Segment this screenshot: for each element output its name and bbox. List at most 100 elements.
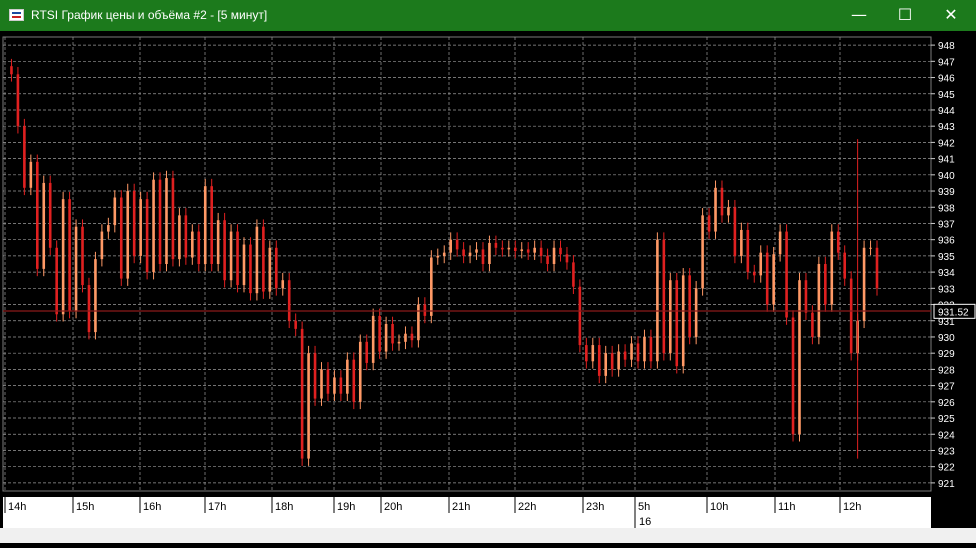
minimize-icon[interactable]: — (836, 0, 882, 31)
candle-body (178, 215, 181, 260)
candle-body (29, 161, 33, 188)
price-tick-label: 935 (938, 252, 955, 263)
candle-body (720, 187, 724, 216)
price-tick-label: 934 (938, 268, 955, 279)
candle-body (210, 186, 213, 264)
candle-body (727, 207, 730, 216)
candle-body (752, 272, 756, 276)
price-chart[interactable]: 948 947 946 945 944 943 942 941 940 939 938 937 936 9… (0, 31, 976, 543)
candle-body (442, 252, 446, 256)
candle-body (423, 304, 427, 316)
time-label: 15h (76, 501, 94, 513)
candle-body (836, 231, 840, 253)
window-titlebar[interactable]: RTSI График цены и объёма #2 - [5 минут]… (0, 0, 976, 31)
candle-body (759, 252, 763, 276)
candle-body (333, 377, 336, 394)
date-axis-bar (3, 513, 931, 528)
candle-body (126, 191, 130, 279)
candle-body (817, 264, 821, 337)
price-tick-label: 948 (938, 41, 955, 52)
candle-body (436, 255, 440, 258)
candle-body (513, 247, 517, 252)
candle-body (824, 264, 827, 305)
candle-body (869, 247, 872, 249)
candle-body (501, 247, 504, 250)
candle-body (197, 231, 201, 264)
price-tick-label: 928 (938, 365, 955, 376)
candle-body (242, 244, 246, 286)
candle-body (287, 280, 291, 321)
time-label: 11h (778, 501, 796, 513)
candle-body (371, 315, 375, 363)
candle-body (656, 239, 659, 362)
candle-body (268, 247, 272, 292)
candle-body (610, 353, 614, 370)
candle-body (552, 247, 556, 264)
candle-body (565, 254, 569, 263)
candle-body (798, 280, 801, 435)
candle-body (494, 242, 498, 248)
candle-body (404, 333, 407, 342)
candle-body (326, 369, 330, 394)
candle-body (249, 244, 252, 294)
maximize-icon[interactable]: ☐ (882, 0, 928, 31)
candle-body (352, 359, 356, 402)
candle-body (42, 182, 46, 269)
candle-body (475, 249, 478, 253)
price-tick-label: 923 (938, 446, 955, 457)
candle-body (145, 199, 149, 273)
time-label: 20h (384, 501, 402, 513)
candle-body (35, 161, 39, 269)
price-tick-label: 942 (938, 138, 955, 149)
candle-body (707, 215, 711, 232)
candle-body (623, 351, 627, 360)
candle-body (701, 215, 704, 289)
candle-body (365, 341, 369, 363)
candle-body (617, 351, 620, 370)
candle-body (591, 345, 595, 362)
time-label: 14h (8, 501, 26, 513)
candle-body (68, 199, 71, 312)
candle-body (339, 377, 343, 394)
candle-body (578, 286, 582, 346)
candle-body (455, 239, 459, 250)
candle-body (171, 178, 175, 260)
candle-body (16, 74, 20, 127)
candle-body (462, 249, 465, 256)
candle-body (733, 207, 737, 256)
candle-body (449, 239, 452, 253)
chart-canvas[interactable]: 948 947 946 945 944 943 942 941 940 939 938 937 936 9… (0, 31, 976, 543)
candle-body (307, 353, 310, 459)
price-tick-label: 939 (938, 187, 955, 198)
price-tick-label: 930 (938, 333, 955, 344)
time-label: 16h (143, 501, 161, 513)
candle-body (669, 280, 672, 354)
price-tick-label: 922 (938, 463, 955, 474)
candle-body (811, 312, 814, 337)
close-icon[interactable]: ✕ (928, 0, 974, 31)
candle-body (585, 345, 588, 362)
price-tick-label: 925 (938, 414, 955, 425)
candle-body (81, 226, 84, 286)
candle-body (391, 323, 394, 344)
price-tick-label: 945 (938, 90, 955, 101)
candle-body (255, 226, 259, 294)
candle-body (74, 226, 78, 312)
candle-body (772, 254, 775, 305)
candle-body (533, 247, 536, 253)
price-tick-label: 944 (938, 106, 955, 117)
price-tick-label: 936 (938, 236, 955, 247)
candle-body (87, 285, 91, 333)
candle-body (843, 252, 847, 279)
candle-body (649, 336, 653, 362)
price-tick-label: 921 (938, 479, 955, 490)
candle-body (158, 179, 162, 264)
candle-body (681, 275, 685, 367)
time-label: 19h (337, 501, 355, 513)
date-label: 16 (639, 516, 651, 528)
candle-body (507, 247, 511, 250)
horizontal-scrollbar[interactable] (0, 528, 976, 543)
time-axis: 14h 15h 16h 17h 18h 19h 20h 21h 22h 23h 5h 10h 11h 12… (3, 497, 931, 528)
time-label: 21h (452, 501, 470, 513)
candle-body (765, 252, 769, 305)
